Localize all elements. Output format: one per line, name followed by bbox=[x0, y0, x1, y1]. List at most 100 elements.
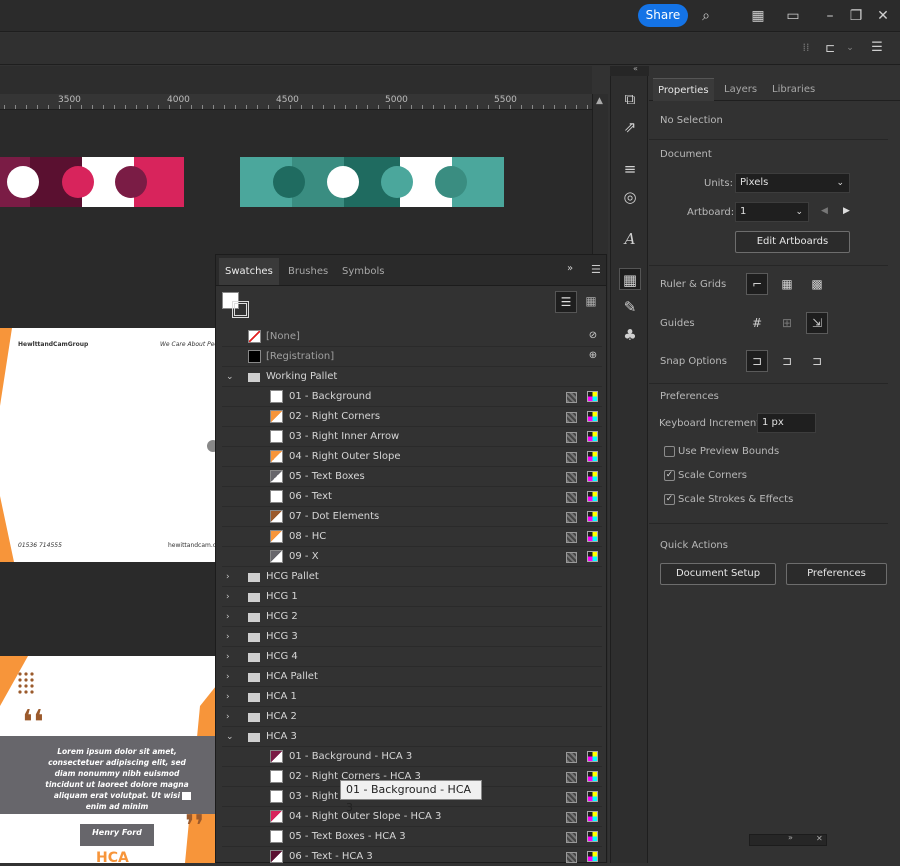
snap-to-pixel-icon[interactable]: ⊐ bbox=[776, 350, 798, 372]
swatch-group-working-pallet[interactable]: ⌄ Working Pallet bbox=[222, 367, 602, 387]
close-icon[interactable]: ✕ bbox=[873, 6, 893, 26]
minimize-icon[interactable]: – bbox=[820, 6, 840, 26]
grid-toggle-icon[interactable]: ▦ bbox=[776, 273, 798, 295]
character-icon[interactable]: A bbox=[619, 228, 641, 250]
ruler-tick bbox=[147, 105, 148, 109]
distribute-icon[interactable]: ⊏ bbox=[820, 38, 840, 58]
swatch-row-none[interactable]: [None] ⊘ bbox=[222, 327, 602, 347]
swatch-row-06-text[interactable]: 06 - Text bbox=[222, 487, 602, 507]
panel-dock: ⧉ ⇗ ≡ ◎ A ▦ ✎ ♣ bbox=[610, 76, 648, 863]
tab-brushes[interactable]: Brushes bbox=[282, 258, 334, 285]
list-view-icon[interactable]: ☰ bbox=[555, 291, 577, 313]
lock-guides-icon[interactable]: ⊞ bbox=[776, 312, 798, 334]
swatch-row-01-background-hca-3[interactable]: 01 - Background - HCA 3 bbox=[222, 747, 602, 767]
swatch-group-hcg-pallet[interactable]: › HCG Pallet bbox=[222, 567, 602, 587]
swatch-group-hcg-2[interactable]: › HCG 2 bbox=[222, 607, 602, 627]
brushes-icon[interactable]: ✎ bbox=[619, 296, 641, 318]
chevron-right-icon[interactable]: › bbox=[226, 607, 236, 627]
chevron-right-icon[interactable]: › bbox=[226, 647, 236, 667]
close-icon[interactable]: ✕ bbox=[816, 834, 823, 843]
collapse-panel-icon[interactable]: » bbox=[567, 263, 573, 274]
rulers-toggle-icon[interactable]: ⌐ bbox=[746, 273, 768, 295]
swatch-group-hcg-3[interactable]: › HCG 3 bbox=[222, 627, 602, 647]
menu-list-icon[interactable]: ☰ bbox=[867, 38, 887, 58]
swatch-group-hcg-4[interactable]: › HCG 4 bbox=[222, 647, 602, 667]
swatch-row-06-text-hca-3[interactable]: 06 - Text - HCA 3 bbox=[222, 847, 602, 863]
swatch-row-01-background[interactable]: 01 - Background bbox=[222, 387, 602, 407]
chevron-right-icon[interactable]: › bbox=[226, 587, 236, 607]
swatches-panel-icon[interactable]: ▦ bbox=[619, 268, 641, 290]
symbols-icon[interactable]: ♣ bbox=[619, 324, 641, 346]
chevron-down-icon[interactable]: ⌄ bbox=[840, 38, 860, 58]
units-dropdown[interactable]: Pixels ⌄ bbox=[735, 173, 850, 193]
snap-to-glyph-icon[interactable]: ⊐ bbox=[806, 350, 828, 372]
ruler-label: 4000 bbox=[167, 95, 190, 105]
tab-swatches[interactable]: Swatches bbox=[219, 258, 279, 285]
ruler-tick bbox=[213, 105, 214, 109]
edit-artboards-button[interactable]: Edit Artboards bbox=[735, 231, 850, 253]
collapse-icon[interactable]: » bbox=[788, 833, 793, 842]
snap-to-point-icon[interactable]: ⊐ bbox=[746, 350, 768, 372]
align-panel-icon[interactable]: ≡ bbox=[619, 158, 641, 180]
export-icon[interactable]: ⇗ bbox=[619, 116, 641, 138]
swatch-group-hca-pallet[interactable]: › HCA Pallet bbox=[222, 667, 602, 687]
swatch-row-08-hc[interactable]: 08 - HC bbox=[222, 527, 602, 547]
color-chip bbox=[270, 810, 283, 823]
stroke-swatch[interactable] bbox=[232, 301, 249, 318]
chevron-right-icon[interactable]: › bbox=[226, 707, 236, 727]
use-preview-bounds-checkbox[interactable] bbox=[664, 446, 675, 457]
horizontal-ruler[interactable]: 3500 4000 4500 5000 5500 bbox=[0, 94, 592, 110]
artboards-icon[interactable]: ⧉ bbox=[619, 88, 641, 110]
thumbnail-view-icon[interactable]: ▦ bbox=[580, 291, 602, 313]
artboard-field[interactable]: 1 ⌄ bbox=[735, 202, 809, 222]
swatch-row-05-text-boxes[interactable]: 05 - Text Boxes bbox=[222, 467, 602, 487]
arrange-documents-icon[interactable]: ▦ bbox=[748, 6, 768, 26]
swatch-group-hca-2[interactable]: › HCA 2 bbox=[222, 707, 602, 727]
process-color-icon bbox=[587, 411, 598, 422]
swatch-row-02-right-corners[interactable]: 02 - Right Corners bbox=[222, 407, 602, 427]
keyboard-increment-field[interactable]: 1 px bbox=[757, 413, 816, 433]
search-icon[interactable]: ⌕ bbox=[696, 6, 716, 26]
workspace-icon[interactable]: ▭ bbox=[783, 6, 803, 26]
swatch-group-hca-3[interactable]: ⌄ HCA 3 bbox=[222, 727, 602, 747]
swatch-row-04-right-outer-slope-hca-3[interactable]: 04 - Right Outer Slope - HCA 3 bbox=[222, 807, 602, 827]
tab-symbols[interactable]: Symbols bbox=[336, 258, 390, 285]
pathfinder-icon[interactable]: ◎ bbox=[619, 186, 641, 208]
swatch-row-05-text-boxes-hca-3[interactable]: 05 - Text Boxes - HCA 3 bbox=[222, 827, 602, 847]
chevron-right-icon[interactable]: › bbox=[226, 627, 236, 647]
transparency-grid-icon[interactable]: ▩ bbox=[806, 273, 828, 295]
previous-artboard-icon[interactable]: ◀ bbox=[821, 206, 828, 216]
swatch-group-hcg-1[interactable]: › HCG 1 bbox=[222, 587, 602, 607]
chevron-right-icon[interactable]: › bbox=[226, 687, 236, 707]
tab-layers[interactable]: Layers bbox=[719, 78, 762, 101]
scroll-up-icon[interactable]: ▲ bbox=[596, 96, 603, 106]
swatch-group-hca-1[interactable]: › HCA 1 bbox=[222, 687, 602, 707]
swatch-row-registration[interactable]: [Registration] ⊕ bbox=[222, 347, 602, 367]
show-guides-icon[interactable]: # bbox=[746, 312, 768, 334]
swatch-label: HCG 3 bbox=[266, 631, 298, 642]
restore-icon[interactable]: ❐ bbox=[846, 6, 866, 26]
process-color-icon bbox=[587, 831, 598, 842]
chevron-right-icon[interactable]: › bbox=[226, 667, 236, 687]
swatch-row-07-dot-elements[interactable]: 07 - Dot Elements bbox=[222, 507, 602, 527]
document-setup-button[interactable]: Document Setup bbox=[660, 563, 776, 585]
scale-strokes-checkbox[interactable]: ✓ bbox=[664, 494, 675, 505]
swatch-row-09-x[interactable]: 09 - X bbox=[222, 547, 602, 567]
scale-corners-checkbox[interactable]: ✓ bbox=[664, 470, 675, 481]
preferences-button[interactable]: Preferences bbox=[786, 563, 887, 585]
chevron-down-icon[interactable]: ⌄ bbox=[226, 727, 236, 747]
tab-libraries[interactable]: Libraries bbox=[767, 78, 820, 101]
next-artboard-icon[interactable]: ▶ bbox=[843, 206, 850, 216]
smart-guides-icon[interactable]: ⇲ bbox=[806, 312, 828, 334]
panel-menu-icon[interactable]: ☰ bbox=[591, 263, 601, 276]
swatch-row-03-right-inner-arrow[interactable]: 03 - Right Inner Arrow bbox=[222, 427, 602, 447]
chevron-down-icon[interactable]: ⌄ bbox=[226, 367, 236, 387]
tab-properties[interactable]: Properties bbox=[653, 78, 714, 101]
share-button[interactable]: Share bbox=[638, 4, 688, 27]
chevron-right-icon[interactable]: › bbox=[226, 567, 236, 587]
align-icon[interactable]: ⁞⁞ bbox=[796, 38, 816, 58]
floating-panel-header[interactable]: » ✕ bbox=[749, 833, 827, 846]
process-color-icon bbox=[587, 431, 598, 442]
swatch-row-04-right-outer-slope[interactable]: 04 - Right Outer Slope bbox=[222, 447, 602, 467]
collapse-left-icon[interactable]: « bbox=[633, 64, 638, 73]
